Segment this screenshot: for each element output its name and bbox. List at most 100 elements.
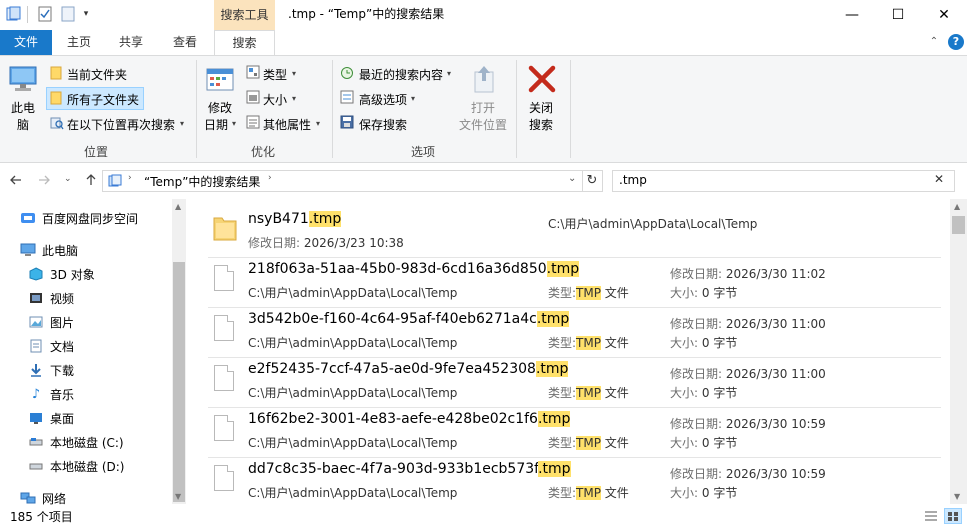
- advanced-options-dropdown-icon[interactable]: ▾: [411, 94, 415, 103]
- advanced-options-button[interactable]: 高级选项: [359, 91, 407, 108]
- forward-button[interactable]: [37, 173, 51, 191]
- file-icon: [214, 415, 234, 441]
- file-name-match: .tmp: [535, 361, 569, 377]
- breadcrumb-chevron-icon[interactable]: ›: [268, 173, 272, 183]
- scroll-down-icon[interactable]: ▼: [954, 492, 960, 501]
- this-pc-button[interactable]: 此电: [11, 99, 35, 116]
- group-label-options: 选项: [411, 145, 436, 159]
- date-modified-button-line2[interactable]: 日期: [204, 116, 228, 133]
- nav-item-downloads[interactable]: 下载: [28, 359, 74, 381]
- file-modified: 修改日期: 2026/3/30 10:59: [670, 465, 826, 482]
- type-match: TMP: [576, 336, 601, 350]
- nav-item-music[interactable]: ♪ 音乐: [28, 383, 74, 405]
- tab-view[interactable]: 查看: [162, 30, 208, 55]
- size-button[interactable]: 大小: [263, 91, 287, 108]
- file-icon: [214, 365, 234, 391]
- scroll-up-icon[interactable]: ▲: [175, 202, 181, 211]
- file-name: 3d542b0e-f160-4c64-95af-f40eb6271a4c.tmp: [248, 311, 570, 327]
- clear-search-icon[interactable]: ✕: [934, 172, 944, 186]
- recent-locations-icon[interactable]: ⌄: [64, 174, 74, 184]
- file-name-base: 3d542b0e-f160-4c64-95af-f40eb6271a4c: [248, 311, 537, 327]
- tiles-view-icon[interactable]: [944, 508, 962, 524]
- cube-icon: [28, 266, 44, 282]
- collapse-ribbon-icon[interactable]: ⌃: [927, 35, 941, 49]
- file-name: nsyB471.tmp: [248, 211, 342, 227]
- size-label: 大小:: [670, 336, 699, 350]
- other-properties-dropdown-icon[interactable]: ▾: [316, 119, 320, 128]
- network-icon: [20, 490, 36, 506]
- recent-searches-dropdown-icon[interactable]: ▾: [447, 69, 451, 78]
- help-icon[interactable]: ?: [948, 34, 964, 50]
- explorer-icon[interactable]: [6, 6, 22, 22]
- tab-file[interactable]: 文件: [0, 30, 52, 55]
- main-scrollbar[interactable]: [950, 199, 967, 504]
- size-label: 大小:: [670, 436, 699, 450]
- computer-icon: [8, 64, 40, 94]
- nav-item-pictures[interactable]: 图片: [28, 311, 74, 333]
- recent-searches-button[interactable]: 最近的搜索内容: [359, 66, 443, 83]
- file-size: 大小: 0 字节: [670, 384, 737, 401]
- close-button[interactable]: ✕: [921, 0, 967, 30]
- breadcrumb-chevron-icon[interactable]: ›: [128, 173, 132, 183]
- close-search-button[interactable]: 关闭: [529, 99, 553, 116]
- type-rest: 文件: [600, 486, 629, 500]
- nav-label: 此电脑: [42, 243, 79, 258]
- maximize-button[interactable]: ☐: [875, 0, 921, 30]
- this-pc-button-line2[interactable]: 脑: [17, 116, 29, 133]
- main-scrollbar-thumb[interactable]: [952, 216, 965, 234]
- file-name-base: 16f62be2-3001-4e83-aefe-e428be02c1f6: [248, 411, 538, 427]
- close-search-icon: [527, 64, 557, 94]
- other-properties-button[interactable]: 其他属性: [263, 116, 311, 133]
- nav-item-this-pc[interactable]: 此电脑: [20, 239, 78, 261]
- nav-scrollbar-thumb[interactable]: [173, 262, 185, 502]
- details-view-icon[interactable]: [924, 510, 938, 522]
- type-button[interactable]: 类型: [263, 66, 287, 83]
- file-size: 大小: 0 字节: [670, 334, 737, 351]
- size-dropdown-icon[interactable]: ▾: [292, 94, 296, 103]
- up-button[interactable]: [84, 173, 98, 191]
- qat-divider: [27, 6, 28, 23]
- nav-item-baidu-sync[interactable]: 百度网盘同步空间: [20, 207, 138, 229]
- close-search-button-line2[interactable]: 搜索: [529, 116, 553, 133]
- search-again-button[interactable]: 在以下位置再次搜索: [67, 116, 175, 133]
- address-dropdown-icon[interactable]: ⌄: [568, 173, 576, 184]
- date-modified-dropdown-icon[interactable]: ▾: [232, 119, 236, 128]
- tab-home[interactable]: 主页: [56, 30, 102, 55]
- nav-item-desktop[interactable]: 桌面: [28, 407, 74, 429]
- contextual-tab-search-tools: 搜索工具: [214, 0, 275, 30]
- search-again-dropdown-icon[interactable]: ▾: [180, 119, 184, 128]
- open-location-button-line2[interactable]: 文件位置: [459, 116, 507, 133]
- file-modified: 修改日期: 2026/3/23 10:38: [248, 234, 404, 251]
- breadcrumb[interactable]: “Temp”中的搜索结果: [144, 173, 260, 190]
- file-name-base: nsyB471: [248, 211, 309, 227]
- date-modified-button[interactable]: 修改: [208, 99, 232, 116]
- nav-item-drive-d[interactable]: 本地磁盘 (D:): [28, 455, 124, 477]
- scroll-down-icon[interactable]: ▼: [175, 492, 181, 501]
- scroll-up-icon[interactable]: ▲: [954, 202, 960, 211]
- open-location-button[interactable]: 打开: [471, 99, 495, 116]
- minimize-button[interactable]: —: [829, 0, 875, 30]
- file-modified: 修改日期: 2026/3/30 11:00: [670, 365, 826, 382]
- nav-item-videos[interactable]: 视频: [28, 287, 74, 309]
- type-match: TMP: [576, 436, 601, 450]
- back-button[interactable]: [9, 173, 23, 191]
- type-label: 类型:: [548, 336, 577, 350]
- current-folder-button[interactable]: 当前文件夹: [67, 66, 127, 83]
- properties-icon[interactable]: [37, 6, 53, 22]
- new-folder-icon[interactable]: [60, 6, 76, 22]
- nav-item-3d-objects[interactable]: 3D 对象: [28, 263, 95, 285]
- tab-search[interactable]: 搜索: [214, 30, 275, 56]
- computer-icon: [20, 242, 36, 258]
- cloud-icon: [20, 210, 36, 226]
- refresh-button[interactable]: ↻: [582, 170, 603, 192]
- nav-item-drive-c[interactable]: 本地磁盘 (C:): [28, 431, 124, 453]
- search-input[interactable]: .tmp: [619, 173, 647, 187]
- type-rest: 文件: [600, 386, 629, 400]
- save-search-button[interactable]: 保存搜索: [359, 116, 407, 133]
- qat-customize-icon[interactable]: ▾: [80, 5, 92, 23]
- tab-share[interactable]: 共享: [108, 30, 154, 55]
- type-dropdown-icon[interactable]: ▾: [292, 69, 296, 78]
- search-box[interactable]: [612, 170, 955, 192]
- nav-item-documents[interactable]: 文档: [28, 335, 74, 357]
- file-type: 类型:TMP 文件: [548, 384, 629, 401]
